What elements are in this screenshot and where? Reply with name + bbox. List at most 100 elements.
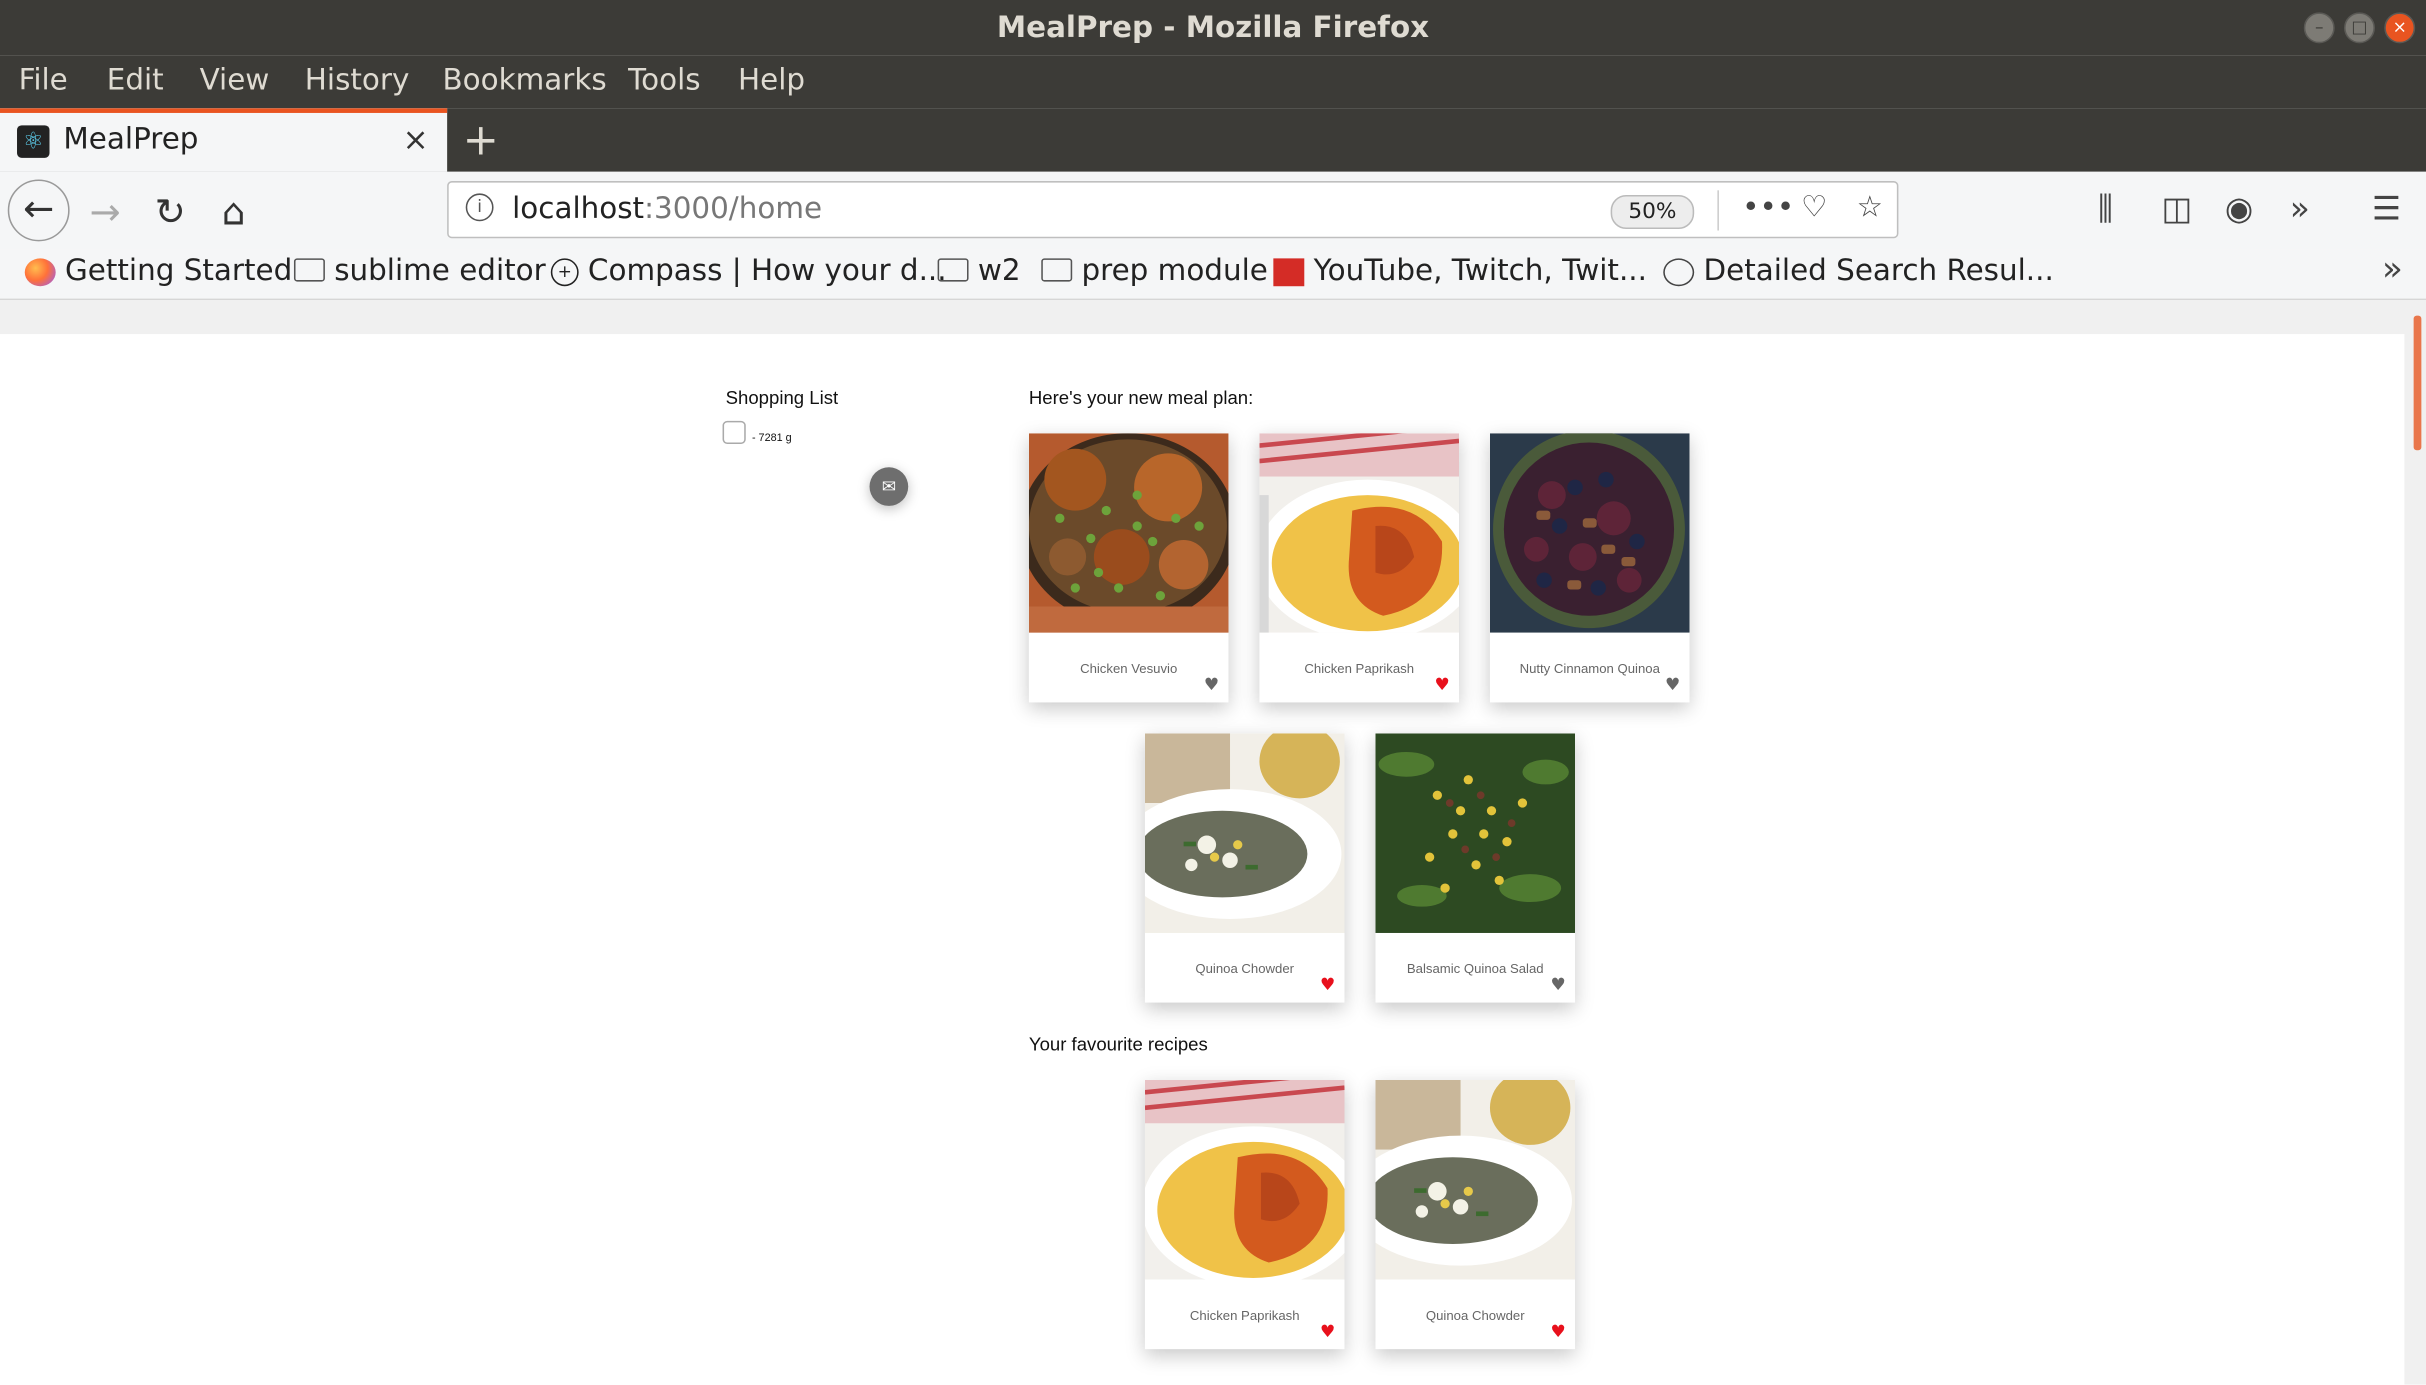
bookmark-label: sublime editor (334, 253, 546, 288)
home-button[interactable]: ⌂ (204, 183, 263, 242)
recipe-card[interactable]: Chicken Paprikash ♥ (1259, 433, 1460, 703)
page-top-strip (0, 300, 2426, 335)
bookmark-label: Detailed Search Resul... (1703, 253, 2054, 288)
reload-button[interactable]: ↻ (141, 183, 200, 242)
back-button[interactable]: ← (7, 179, 70, 242)
shopping-item-checkbox[interactable] (722, 420, 746, 445)
bookmarks-toolbar: Getting Started sublime editor + Compass … (0, 249, 2426, 301)
menu-edit[interactable]: Edit (107, 63, 164, 97)
favorite-heart-icon[interactable]: ♥ (1320, 976, 1335, 993)
bookmark-compass[interactable]: + Compass | How your d... (550, 253, 947, 288)
recipe-card[interactable]: Balsamic Quinoa Salad ♥ (1375, 733, 1576, 1003)
folder-icon (937, 258, 969, 282)
compass-icon: + (550, 257, 579, 286)
site-info-icon[interactable]: i (465, 193, 494, 222)
recipe-image-quinoa-chowder[interactable] (1375, 1079, 1576, 1280)
menu-tools[interactable]: Tools (628, 63, 700, 97)
favorite-heart-icon[interactable]: ♥ (1550, 1323, 1565, 1340)
recipe-image-chicken-paprikash[interactable] (1259, 433, 1460, 633)
page-actions-icon[interactable]: ••• (1742, 190, 1794, 224)
recipe-image-chicken-paprikash[interactable] (1144, 1079, 1345, 1280)
close-window-button[interactable]: × (2384, 12, 2416, 44)
pocket-icon[interactable]: ♡ (1801, 190, 1827, 224)
recipe-name: Chicken Paprikash (1189, 1307, 1300, 1323)
menu-history[interactable]: History (305, 63, 410, 97)
recipe-image-balsamic-quinoa-salad[interactable] (1375, 733, 1576, 933)
bookmark-label: Getting Started (64, 253, 293, 288)
recipe-name: Balsamic Quinoa Salad (1406, 960, 1544, 977)
window-titlebar: MealPrep - Mozilla Firefox – □ × (0, 0, 2426, 56)
menu-help[interactable]: Help (738, 63, 805, 97)
chart-app-icon (1273, 257, 1305, 286)
url-bar[interactable]: i localhost:3000/home 50% ••• ♡ ☆ (447, 181, 1899, 239)
forward-button[interactable]: → (76, 183, 135, 242)
favorite-heart-icon[interactable]: ♥ (1320, 1323, 1335, 1340)
recipe-name: Chicken Paprikash (1304, 660, 1415, 677)
email-icon: ✉ (881, 476, 896, 497)
firefox-icon (24, 257, 56, 286)
overflow-chevron-icon[interactable]: » (2290, 190, 2310, 227)
recipe-name: Chicken Vesuvio (1080, 660, 1178, 677)
navigation-bar: ← → ↻ ⌂ i localhost:3000/home 50% ••• ♡ … (0, 171, 2426, 250)
menu-view[interactable]: View (200, 63, 270, 97)
favorite-heart-icon[interactable]: ♥ (1550, 976, 1565, 993)
close-tab-icon[interactable]: × (403, 121, 429, 158)
recipe-image-quinoa-chowder[interactable] (1144, 733, 1345, 933)
maximize-button[interactable]: □ (2344, 12, 2375, 44)
email-button[interactable]: ✉ (869, 467, 909, 506)
bookmark-prep-module[interactable]: prep module (1041, 254, 1268, 288)
account-icon[interactable]: ◉ (2225, 190, 2253, 227)
window-title: MealPrep - Mozilla Firefox (996, 10, 1430, 45)
page-content: Shopping List - 7281 g ✉ Here's your new… (0, 334, 2405, 1385)
minimize-button[interactable]: – (2303, 12, 2335, 44)
bookmark-detailed-search[interactable]: Detailed Search Resul... (1663, 254, 2054, 288)
tab-mealprep[interactable]: ⚛ MealPrep × (0, 108, 448, 172)
zoom-level-button[interactable]: 50% (1610, 194, 1695, 229)
scrollbar-thumb[interactable] (2413, 315, 2422, 451)
url-text[interactable]: localhost:3000/home (512, 192, 822, 226)
tab-title: MealPrep (63, 122, 199, 157)
menu-file[interactable]: File (19, 63, 68, 97)
bookmark-sublime-editor[interactable]: sublime editor (293, 253, 546, 288)
bookmark-star-icon[interactable]: ☆ (1857, 190, 1883, 224)
menu-bar: File Edit View History Bookmarks Tools H… (0, 55, 2426, 109)
meal-plan-heading: Here's your new meal plan: (1028, 386, 1254, 409)
bookmark-label: w2 (977, 253, 1021, 288)
recipe-card[interactable]: Chicken Vesuvio ♥ (1028, 433, 1229, 703)
favorite-heart-icon[interactable]: ♥ (1665, 676, 1680, 693)
menu-bookmarks[interactable]: Bookmarks (442, 63, 606, 97)
page-scrollbar[interactable] (2404, 300, 2426, 1385)
bookmark-w2[interactable]: w2 (937, 253, 1021, 288)
hamburger-menu-icon[interactable]: ☰ (2372, 190, 2401, 227)
url-host: localhost (512, 191, 645, 226)
sidebar-icon[interactable]: ◫ (2161, 190, 2192, 227)
favourite-card[interactable]: Quinoa Chowder ♥ (1375, 1079, 1576, 1350)
bookmarks-overflow-icon[interactable]: » (2382, 251, 2403, 290)
recipe-name: Nutty Cinnamon Quinoa (1519, 660, 1660, 677)
bookmark-getting-started[interactable]: Getting Started (24, 253, 293, 288)
shopping-item-text: - 7281 g (751, 433, 792, 445)
bookmark-youtube-twitch[interactable]: YouTube, Twitch, Twit... (1273, 254, 1647, 288)
new-tab-button[interactable]: + (463, 114, 499, 165)
folder-icon (1041, 258, 1073, 282)
favourite-card[interactable]: Chicken Paprikash ♥ (1144, 1079, 1345, 1350)
favorite-heart-icon[interactable]: ♥ (1434, 676, 1449, 693)
recipe-name: Quinoa Chowder (1195, 960, 1295, 977)
bookmark-label: prep module (1081, 253, 1268, 288)
react-icon: ⚛ (17, 125, 50, 158)
globe-icon (1663, 257, 1695, 286)
recipe-card[interactable]: Quinoa Chowder ♥ (1144, 733, 1345, 1003)
favorite-heart-icon[interactable]: ♥ (1204, 676, 1219, 693)
url-path: :3000/home (644, 191, 823, 226)
recipe-image-nutty-cinnamon-quinoa[interactable] (1489, 433, 1690, 633)
bookmark-label: Compass | How your d... (587, 253, 947, 288)
url-separator (1717, 190, 1719, 231)
library-icon[interactable]: ⫼ (2098, 190, 2113, 229)
recipe-name: Quinoa Chowder (1425, 1307, 1525, 1323)
tab-strip: ⚛ MealPrep × + (0, 108, 2426, 172)
shopping-list-title: Shopping List (725, 386, 839, 409)
folder-icon (293, 258, 325, 282)
recipe-image-chicken-vesuvio[interactable] (1028, 433, 1229, 633)
recipe-card[interactable]: Nutty Cinnamon Quinoa ♥ (1489, 433, 1690, 703)
bookmark-label: YouTube, Twitch, Twit... (1313, 253, 1647, 288)
